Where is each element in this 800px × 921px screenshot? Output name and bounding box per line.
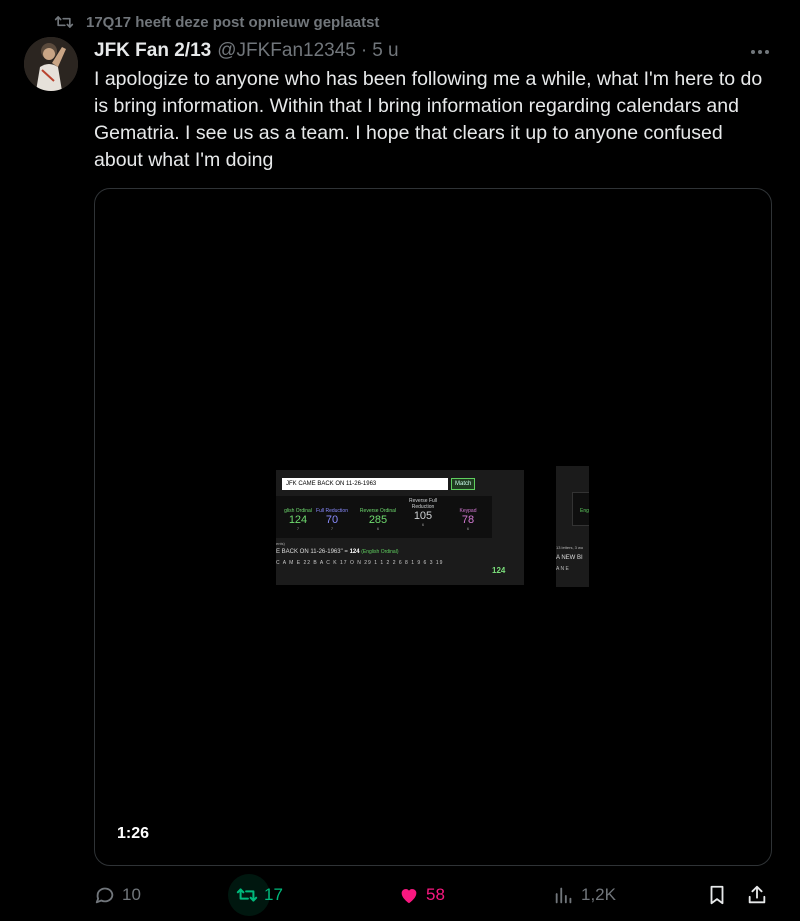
- share-button[interactable]: [746, 871, 768, 919]
- bookmark-icon: [710, 885, 724, 905]
- views-button[interactable]: 1,2K: [553, 871, 616, 919]
- frame-match-button: Match: [451, 478, 476, 490]
- cipher-table: glish Ordinal 124 7 Full Reduction 70 7 …: [276, 496, 492, 538]
- reply-button[interactable]: 10: [94, 871, 141, 919]
- cipher-value: 70: [325, 514, 339, 526]
- equation-total: 124: [349, 549, 360, 555]
- reply-icon: [95, 887, 114, 904]
- video-frame: JFK CAME BACK ON 11-26-1963 Match glish …: [276, 470, 524, 585]
- share-icon: [748, 885, 766, 904]
- author-name[interactable]: JFK Fan 2/13: [94, 40, 211, 62]
- side-line: 13 letters, 3 wo: [556, 545, 584, 550]
- repost-count: 17: [264, 885, 283, 904]
- repost-icon: [54, 16, 74, 28]
- repost-icon: [236, 888, 258, 902]
- letter-breakdown: C A M E 22 B A C K 17 O N 29 1 1 2 2 6 8…: [276, 560, 444, 566]
- avatar-image: [24, 37, 78, 91]
- cipher-label: Reverse Full Reduction: [408, 498, 438, 510]
- heart-icon: [401, 889, 417, 904]
- equation-cipher: (English Ordinal): [361, 549, 399, 555]
- cipher-cell: Reverse Ordinal 285 6: [356, 496, 400, 531]
- grand-total: 124: [492, 566, 506, 575]
- views-count: 1,2K: [581, 885, 616, 904]
- side-line: A N E: [556, 566, 569, 572]
- cipher-cell: Full Reduction 70 7: [310, 496, 354, 531]
- post-header: JFK Fan 2/13 @JFKFan12345 · 5 u: [94, 38, 776, 64]
- cipher-sub: 7: [330, 526, 334, 531]
- cipher-sub: 6: [376, 526, 380, 531]
- cipher-value: 285: [368, 514, 388, 526]
- equation-prefix: E BACK ON 11-26-1963" =: [276, 549, 350, 555]
- repost-banner-text[interactable]: 17Q17 heeft deze post opnieuw geplaatst: [86, 14, 379, 31]
- like-count: 58: [426, 885, 445, 904]
- action-bar: 10 17 58 1,2K: [94, 871, 770, 919]
- cipher-value: 105: [413, 510, 433, 522]
- equation: E BACK ON 11-26-1963" = 124 (English Ord…: [276, 549, 399, 555]
- separator-dot: ·: [360, 40, 368, 61]
- cipher-cell: Reverse Full Reduction 105 6: [401, 496, 445, 527]
- author-handle[interactable]: @JFKFan12345: [217, 40, 356, 62]
- frame-input: JFK CAME BACK ON 11-26-1963: [282, 478, 448, 490]
- more-options-button[interactable]: [748, 40, 772, 64]
- bookmark-button[interactable]: [706, 871, 728, 919]
- side-line: A NEW BI: [556, 555, 583, 561]
- more-icon: [751, 50, 755, 54]
- word-count: ents): [276, 541, 285, 546]
- video-duration: 1:26: [117, 825, 150, 842]
- side-box-label: Eng: [580, 508, 589, 514]
- analytics-icon: [555, 887, 572, 904]
- video-player[interactable]: JFK CAME BACK ON 11-26-1963 Match glish …: [94, 188, 772, 866]
- cipher-value: 78: [461, 514, 475, 526]
- avatar[interactable]: [24, 37, 78, 91]
- repost-banner[interactable]: 17Q17 heeft deze post opnieuw geplaatst: [54, 10, 379, 34]
- cipher-cell: Keypad 78 6: [446, 496, 490, 531]
- post-time[interactable]: 5 u: [372, 40, 398, 62]
- post-text: I apologize to anyone who has been follo…: [94, 68, 763, 171]
- video-frame-side: Eng 13 letters, 3 wo A NEW BI A N E: [556, 466, 589, 587]
- cipher-sub: 6: [466, 526, 470, 531]
- reply-count: 10: [122, 885, 141, 904]
- cipher-sub: 6: [421, 522, 425, 527]
- like-button[interactable]: 58: [398, 871, 445, 919]
- repost-button[interactable]: 17: [228, 871, 283, 919]
